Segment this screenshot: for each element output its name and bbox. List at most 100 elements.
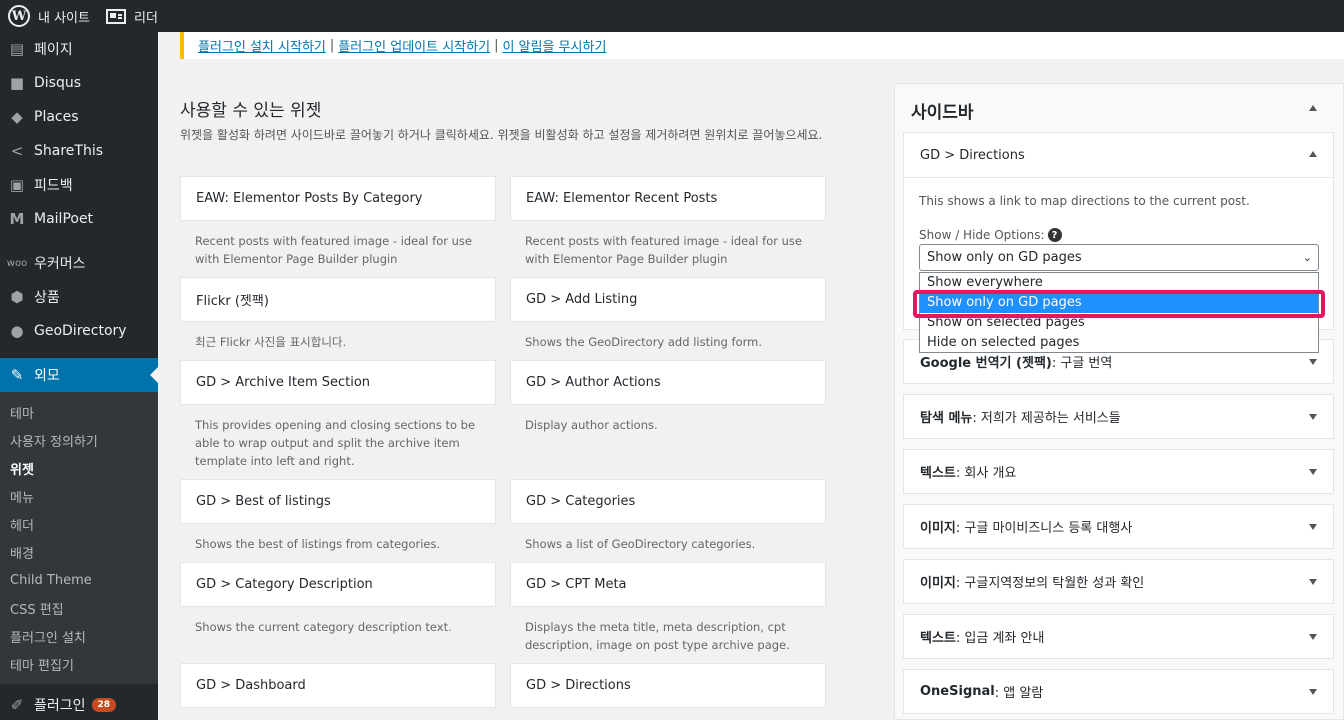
- mailpoet-icon: M: [9, 210, 25, 228]
- widget-description: Shows the current category description t…: [195, 620, 452, 634]
- update-plugins-link[interactable]: 플러그인 업데이트 시작하기: [338, 36, 490, 55]
- menu-item-disqus[interactable]: ■ Disqus: [0, 66, 158, 100]
- expand-widget-icon[interactable]: [1309, 469, 1317, 475]
- select-value: Show only on GD pages: [927, 250, 1082, 265]
- submenu-menus[interactable]: 메뉴: [0, 482, 158, 510]
- available-widgets-title: 사용할 수 있는 위젯: [180, 101, 322, 121]
- submenu-header[interactable]: 헤더: [0, 510, 158, 538]
- install-plugins-link[interactable]: 플러그인 설치 시작하기: [198, 36, 326, 55]
- widget-name: OneSignal: [920, 684, 995, 699]
- appearance-icon: ✎: [10, 366, 24, 384]
- widget-subtitle: : 앱 알람: [994, 686, 1044, 701]
- submenu-widgets[interactable]: 위젯: [0, 454, 158, 482]
- expand-widget-icon[interactable]: [1309, 414, 1317, 420]
- menu-item-pages[interactable]: ▤ 페이지: [0, 32, 158, 66]
- widget-gd-archive-item-section[interactable]: GD > Archive Item Section: [180, 360, 496, 405]
- product-icon: ⬢: [10, 288, 24, 306]
- submenu-plugin-install[interactable]: 플러그인 설치: [0, 622, 158, 650]
- expand-widget-icon[interactable]: [1309, 689, 1317, 695]
- sidebar-widget-text-bank[interactable]: 텍스트: 입금 계좌 안내: [903, 614, 1334, 659]
- menu-item-places[interactable]: ◆ Places: [0, 100, 158, 134]
- expand-widget-icon[interactable]: [1309, 359, 1317, 365]
- widget-title: GD > Add Listing: [526, 292, 638, 307]
- widget-title: Flickr (젯팩): [196, 294, 269, 309]
- widget-title: GD > Directions: [526, 678, 631, 693]
- plugins-update-badge: 28: [91, 698, 117, 712]
- dismiss-notice-link[interactable]: 이 알림을 무시하기: [502, 36, 606, 55]
- widget-description: Recent posts with featured image - ideal…: [195, 234, 472, 266]
- widget-description: This provides opening and closing sectio…: [195, 418, 476, 468]
- sidebar-widget-text-company[interactable]: 텍스트: 회사 개요: [903, 449, 1334, 494]
- widget-title: GD > Archive Item Section: [196, 375, 371, 390]
- reader-menu[interactable]: 리더: [98, 0, 166, 32]
- menu-item-woocommerce[interactable]: woo 우커머스: [0, 246, 158, 280]
- widget-name: 텍스트: [920, 631, 956, 646]
- menu-item-feedback[interactable]: ▣ 피드백: [0, 168, 158, 202]
- widget-gd-add-listing[interactable]: GD > Add Listing: [510, 277, 826, 322]
- expand-widget-icon[interactable]: [1309, 524, 1317, 530]
- appearance-submenu: 테마 사용자 정의하기 위젯 메뉴 헤더 배경 Child Theme CSS …: [0, 392, 158, 684]
- widget-title: GD > Categories: [526, 494, 636, 509]
- widget-name: 탐색 메뉴: [920, 411, 973, 426]
- widget-name: 이미지: [920, 576, 956, 591]
- widget-description: Displays the meta title, meta descriptio…: [525, 620, 790, 652]
- widget-name: Google 번역기 (젯팩): [920, 356, 1052, 371]
- menu-label: 플러그인: [34, 698, 86, 714]
- widget-gd-category-description[interactable]: GD > Category Description: [180, 562, 496, 607]
- plugins-icon: ✐: [10, 696, 24, 714]
- widget-gd-cpt-meta[interactable]: GD > CPT Meta: [510, 562, 826, 607]
- widget-gd-best-of-listings[interactable]: GD > Best of listings: [180, 479, 496, 524]
- available-widgets-description: 위젯을 활성화 하려면 사이드바로 끌어놓기 하거나 클릭하세요. 위젯을 비활…: [180, 128, 823, 142]
- menu-item-appearance[interactable]: ✎ 외모: [0, 358, 158, 392]
- widget-title: GD > Best of listings: [196, 494, 331, 509]
- menu-item-sharethis[interactable]: < ShareThis: [0, 134, 158, 168]
- collapse-widget-icon[interactable]: [1309, 151, 1317, 157]
- widget-title: GD > Dashboard: [196, 678, 306, 693]
- expand-widget-icon[interactable]: [1309, 634, 1317, 640]
- menu-label: MailPoet: [34, 211, 94, 227]
- menu-item-products[interactable]: ⬢ 상품: [0, 280, 158, 314]
- option-hide-selected-pages[interactable]: Hide on selected pages: [920, 333, 1318, 353]
- reader-icon: [105, 8, 126, 24]
- widget-gd-directions[interactable]: GD > Directions: [510, 663, 826, 708]
- widget-gd-categories[interactable]: GD > Categories: [510, 479, 826, 524]
- places-icon: ◆: [11, 108, 23, 126]
- sidebar-widget-nav-menu[interactable]: 탐색 메뉴: 저희가 제공하는 서비스들: [903, 394, 1334, 439]
- submenu-child-theme[interactable]: Child Theme: [0, 566, 158, 594]
- widget-description: Shows the best of listings from categori…: [195, 537, 441, 551]
- show-hide-select[interactable]: Show only on GD pages ⌄: [919, 244, 1319, 271]
- submenu-css-edit[interactable]: CSS 편집: [0, 594, 158, 622]
- widget-eaw-posts-by-category[interactable]: EAW: Elementor Posts By Category: [180, 176, 496, 221]
- separator: |: [494, 38, 499, 53]
- admin-bar: W 내 사이트 리더: [0, 0, 1344, 32]
- collapse-sidebar-icon[interactable]: [1309, 105, 1317, 111]
- submenu-background[interactable]: 배경: [0, 538, 158, 566]
- selection-highlight-annotation: [913, 290, 1325, 318]
- pages-icon: ▤: [9, 40, 25, 58]
- sidebar-widget-image-1[interactable]: 이미지: 구글 마이비즈니스 등록 대행사: [903, 504, 1334, 549]
- widget-title: EAW: Elementor Recent Posts: [526, 191, 718, 206]
- widget-eaw-recent-posts[interactable]: EAW: Elementor Recent Posts: [510, 176, 826, 221]
- sidebar-widget-image-2[interactable]: 이미지: 구글지역정보의 탁월한 성과 확인: [903, 559, 1334, 604]
- sidebar-widget-gd-directions[interactable]: GD > Directions: [903, 132, 1334, 178]
- widget-flickr[interactable]: Flickr (젯팩): [180, 277, 496, 322]
- my-site-menu[interactable]: W 내 사이트: [0, 0, 98, 32]
- widget-title: GD > Author Actions: [526, 375, 661, 390]
- woocommerce-icon: woo: [6, 257, 28, 269]
- submenu-themes[interactable]: 테마: [0, 398, 158, 426]
- menu-item-mailpoet[interactable]: M MailPoet: [0, 202, 158, 236]
- widget-gd-author-actions[interactable]: GD > Author Actions: [510, 360, 826, 405]
- expand-widget-icon[interactable]: [1309, 579, 1317, 585]
- widget-gd-dashboard[interactable]: GD > Dashboard: [180, 663, 496, 708]
- sidebar-widget-onesignal[interactable]: OneSignal: 앱 알람: [903, 669, 1334, 714]
- widget-name: 이미지: [920, 521, 956, 536]
- comment-icon: ■: [9, 74, 25, 92]
- submenu-customize[interactable]: 사용자 정의하기: [0, 426, 158, 454]
- submenu-theme-editor[interactable]: 테마 편집기: [0, 650, 158, 678]
- help-icon[interactable]: ?: [1047, 228, 1062, 242]
- widget-subtitle: : 구글 번역: [1051, 356, 1113, 371]
- menu-item-geodirectory[interactable]: ● GeoDirectory: [0, 314, 158, 348]
- my-site-label: 내 사이트: [38, 10, 90, 26]
- plugin-notice: 플러그인 설치 시작하기 | 플러그인 업데이트 시작하기 | 이 알림을 무시…: [180, 32, 1344, 59]
- menu-item-plugins[interactable]: ✐ 플러그인 28: [0, 688, 158, 720]
